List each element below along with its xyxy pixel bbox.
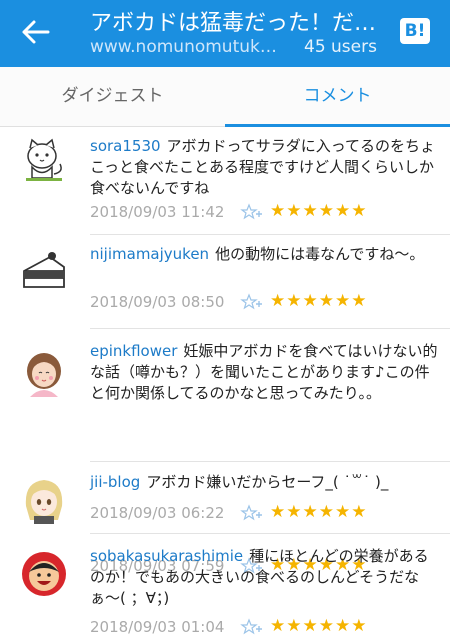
comment-body: sora1530 アボカドってサラダに入ってるのをちょこっと食べたことある程度です…	[90, 136, 442, 199]
star-rating[interactable]: ★★★★★★	[270, 616, 367, 636]
hatena-bookmark-icon[interactable]: B!	[400, 18, 430, 44]
add-star-icon[interactable]	[240, 293, 262, 311]
tab-bar: ダイジェスト コメント	[0, 67, 450, 127]
comment-meta: 2018/09/03 01:04 ★★★★★★	[90, 616, 430, 638]
cat-avatar-icon[interactable]	[20, 134, 68, 182]
add-star-icon[interactable]	[240, 504, 262, 522]
divider	[90, 461, 450, 462]
comment-meta: 2018/09/03 08:50 ★★★★★★	[90, 291, 430, 313]
face-avatar-icon[interactable]	[20, 550, 68, 598]
comment-body: nijimamajyuken 他の動物には毒なんですね〜。	[90, 244, 442, 265]
comment-username[interactable]: nijimamajyuken	[90, 245, 209, 263]
page-title[interactable]: アボカドは猛毒だった！だ…	[90, 5, 385, 37]
comment-username[interactable]: sora1530	[90, 137, 161, 155]
comment-body: epinkflower 妊娠中アボカドを食べてはいけない的な話（噂かも？）を聞いた…	[90, 341, 442, 404]
woman-avatar-icon[interactable]	[20, 349, 68, 397]
tab-digest[interactable]: ダイジェスト	[0, 67, 225, 127]
divider	[90, 328, 450, 329]
divider	[90, 234, 450, 235]
comment-meta: 2018/09/03 06:22 ★★★★★★	[90, 502, 430, 524]
comment-text: 他の動物には毒なんですね〜。	[215, 245, 425, 263]
comment-text: アボカド嫌いだからセーフ_( ˙꒳˙ )_	[146, 473, 389, 491]
comment-body: sobakasukarashimie 種にほとんどの栄養があるのか！でもあの大きい…	[90, 546, 442, 609]
users-count: 45 users	[304, 37, 377, 57]
star-rating[interactable]: ★★★★★★	[270, 502, 367, 522]
add-star-icon[interactable]	[240, 203, 262, 221]
comment-date: 2018/09/03 01:04	[90, 618, 225, 636]
divider	[90, 533, 450, 534]
comment-date: 2018/09/03 08:50	[90, 293, 225, 311]
comment-username[interactable]: epinkflower	[90, 342, 177, 360]
page-url: www.nomunomutuk…	[90, 37, 277, 57]
comment-meta: 2018/09/03 11:42 ★★★★★★	[90, 201, 430, 223]
comment-list[interactable]: sora1530 アボカドってサラダに入ってるのをちょこっと食べたことある程度です…	[0, 128, 450, 640]
add-star-icon[interactable]	[240, 618, 262, 636]
tab-comments[interactable]: コメント	[225, 67, 450, 127]
comment-date: 2018/09/03 06:22	[90, 504, 225, 522]
comment-username[interactable]: sobakasukarashimie	[90, 547, 243, 565]
back-arrow-icon[interactable]	[20, 18, 52, 46]
girl-avatar-icon[interactable]	[20, 476, 68, 524]
app-bar: アボカドは猛毒だった！だ… www.nomunomutuk… 45 users …	[0, 0, 450, 67]
comment-username[interactable]: jii-blog	[90, 473, 140, 491]
comment-body: jii-blog アボカド嫌いだからセーフ_( ˙꒳˙ )_	[90, 472, 442, 493]
tab-indicator	[225, 124, 450, 127]
cake-avatar-icon[interactable]	[20, 249, 68, 297]
star-rating[interactable]: ★★★★★★	[270, 291, 367, 311]
comment-date: 2018/09/03 11:42	[90, 203, 225, 221]
star-rating[interactable]: ★★★★★★	[270, 201, 367, 221]
